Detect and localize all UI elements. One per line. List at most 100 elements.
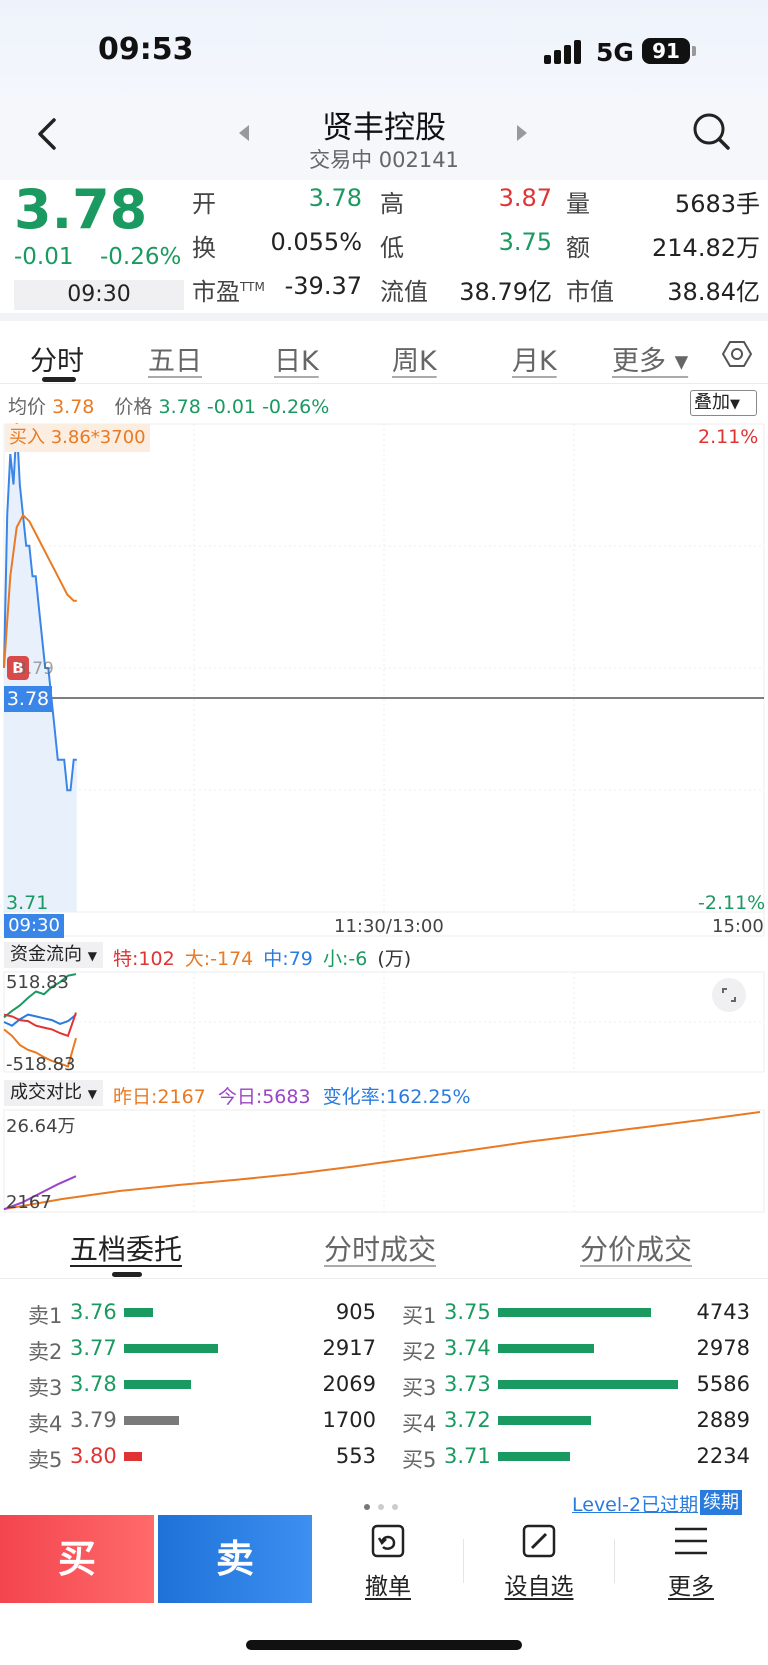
legend-medium: 中:79: [263, 948, 313, 970]
tab-order-book[interactable]: 五档委托: [70, 1228, 182, 1268]
network-label: 5G: [596, 38, 634, 67]
hexagon-settings-icon: [721, 341, 753, 367]
current-price-tag: 3.78: [4, 686, 52, 712]
price-legend-change: -0.01: [206, 396, 257, 418]
fund-flow-unit: (万): [377, 948, 412, 970]
quote-field-value: 3.87: [498, 184, 552, 212]
bid-row[interactable]: 买3 3.73 5586: [402, 1368, 750, 1402]
tab-month-k[interactable]: 月K: [512, 339, 557, 378]
ask-quantity: 553: [335, 1444, 376, 1468]
tab-five-day[interactable]: 五日: [148, 339, 202, 378]
ask-row[interactable]: 卖3 3.78 2069: [28, 1368, 376, 1402]
bid-price: 3.71: [444, 1444, 491, 1468]
ask-volume-bar: [124, 1416, 179, 1425]
level2-expired-link[interactable]: Level-2已过期: [572, 1490, 698, 1517]
quote-field-label: 开: [192, 190, 216, 218]
bid-quantity: 4743: [696, 1300, 750, 1324]
tab-day-k[interactable]: 日K: [274, 339, 319, 378]
bid-volume-bar: [498, 1380, 678, 1389]
search-icon: [693, 113, 730, 150]
next-stock-button[interactable]: [514, 122, 530, 144]
ask-price: 3.80: [70, 1444, 117, 1468]
quote-field-label: 市盈TTM: [192, 278, 265, 306]
more-button[interactable]: 更多: [636, 1523, 746, 1601]
dropdown-arrow-icon: ▼: [87, 1087, 97, 1101]
tab-more[interactable]: 更多 ▾: [612, 339, 688, 378]
stock-status: 交易中 002141: [309, 148, 459, 172]
time-end-label: 15:00: [712, 916, 764, 937]
volume-compare-title: 成交对比: [10, 1082, 82, 1103]
price-value: 3.78: [158, 396, 201, 418]
quote-field-value: 38.84亿: [667, 278, 760, 306]
price-label: 价格: [114, 396, 153, 418]
battery-icon: 91: [642, 38, 690, 64]
volume-compare-dropdown[interactable]: 成交对比 ▼: [4, 1080, 103, 1106]
bid-price: 3.75: [444, 1300, 491, 1324]
bid-row[interactable]: 买1 3.75 4743: [402, 1296, 750, 1330]
sell-button[interactable]: 卖: [158, 1515, 312, 1603]
settings-hex-button[interactable]: [721, 339, 753, 369]
tab-week-k[interactable]: 周K: [392, 339, 437, 378]
cancel-order-label: 撤单: [365, 1574, 411, 1600]
flow-max-label: 518.83: [6, 972, 69, 993]
ask-volume-bar: [124, 1308, 154, 1317]
buy-button[interactable]: 买: [0, 1515, 154, 1603]
add-watchlist-button[interactable]: 设自选: [484, 1523, 594, 1601]
bid-price: 3.74: [444, 1336, 491, 1360]
stock-name: 贤丰控股: [322, 110, 446, 146]
time-start-label: 09:30: [4, 914, 64, 938]
fund-flow-dropdown[interactable]: 资金流向 ▼: [4, 942, 103, 968]
intraday-chart[interactable]: [0, 420, 768, 940]
ask-row[interactable]: 卖5 3.80 553: [28, 1440, 376, 1474]
bid-volume-bar: [498, 1452, 570, 1461]
vol-max-label: 26.64万: [6, 1116, 76, 1137]
ask-quantity: 2069: [322, 1372, 376, 1396]
renew-button[interactable]: 续期: [700, 1490, 742, 1515]
bid-row[interactable]: 买2 3.74 2978: [402, 1332, 750, 1366]
quote-field-value: 214.82万: [652, 234, 760, 262]
ask-row[interactable]: 卖1 3.76 905: [28, 1296, 376, 1330]
tab-time-trades[interactable]: 分时成交: [324, 1228, 436, 1268]
overlay-dropdown[interactable]: 叠加▼: [690, 390, 757, 416]
bid-price: 3.72: [444, 1408, 491, 1432]
expand-button[interactable]: [712, 978, 746, 1012]
quote-field-label: 高: [380, 190, 404, 218]
menu-icon: [675, 1527, 707, 1555]
volume-compare-chart[interactable]: [0, 1108, 768, 1214]
search-button[interactable]: [690, 110, 734, 154]
tab-fenshi[interactable]: 分时: [30, 339, 84, 378]
ask-level-label: 卖1: [28, 1304, 63, 1328]
ask-row[interactable]: 卖4 3.79 1700: [28, 1404, 376, 1438]
quote-field-suffix: TTM: [240, 280, 265, 294]
edit-icon: [522, 1524, 556, 1558]
volume-compare-legend: 昨日:2167 今日:5683 变化率:162.25%: [113, 1082, 471, 1109]
quote-field-value: -39.37: [284, 272, 362, 300]
low-price-label: 3.71: [6, 892, 49, 914]
dropdown-arrow-icon: ▼: [730, 397, 740, 412]
bid-level-label: 买5: [402, 1448, 437, 1472]
ask-level-label: 卖3: [28, 1376, 63, 1400]
ask-price: 3.79: [70, 1408, 117, 1432]
sell-label: 卖: [215, 1537, 254, 1581]
tab-price-trades[interactable]: 分价成交: [580, 1228, 692, 1268]
legend-small: 小:-6: [322, 948, 368, 970]
quote-field-value: 3.75: [498, 228, 552, 256]
quote-field-value: 38.79亿: [459, 278, 552, 306]
ask-quantity: 2917: [322, 1336, 376, 1360]
bid-row[interactable]: 买4 3.72 2889: [402, 1404, 750, 1438]
cancel-order-button[interactable]: 撤单: [333, 1523, 443, 1601]
ask-row[interactable]: 卖2 3.77 2917: [28, 1332, 376, 1366]
more-label: 更多: [668, 1574, 714, 1600]
triangle-right-icon: [517, 125, 527, 141]
bid-row[interactable]: 买5 3.71 2234: [402, 1440, 750, 1474]
dropdown-arrow-icon: ▼: [87, 949, 97, 963]
current-price: 3.78: [14, 178, 148, 241]
signal-icon: [544, 38, 584, 64]
bid-level-label: 买2: [402, 1340, 437, 1364]
back-button[interactable]: [28, 114, 68, 154]
fund-flow-chart[interactable]: [0, 970, 768, 1074]
fund-flow-title: 资金流向: [10, 944, 82, 965]
quote-field-label: 市值: [566, 278, 614, 306]
legend-yesterday: 昨日:2167: [113, 1086, 206, 1108]
buy-signal-tag: 买入 3.86*3700: [5, 424, 150, 452]
